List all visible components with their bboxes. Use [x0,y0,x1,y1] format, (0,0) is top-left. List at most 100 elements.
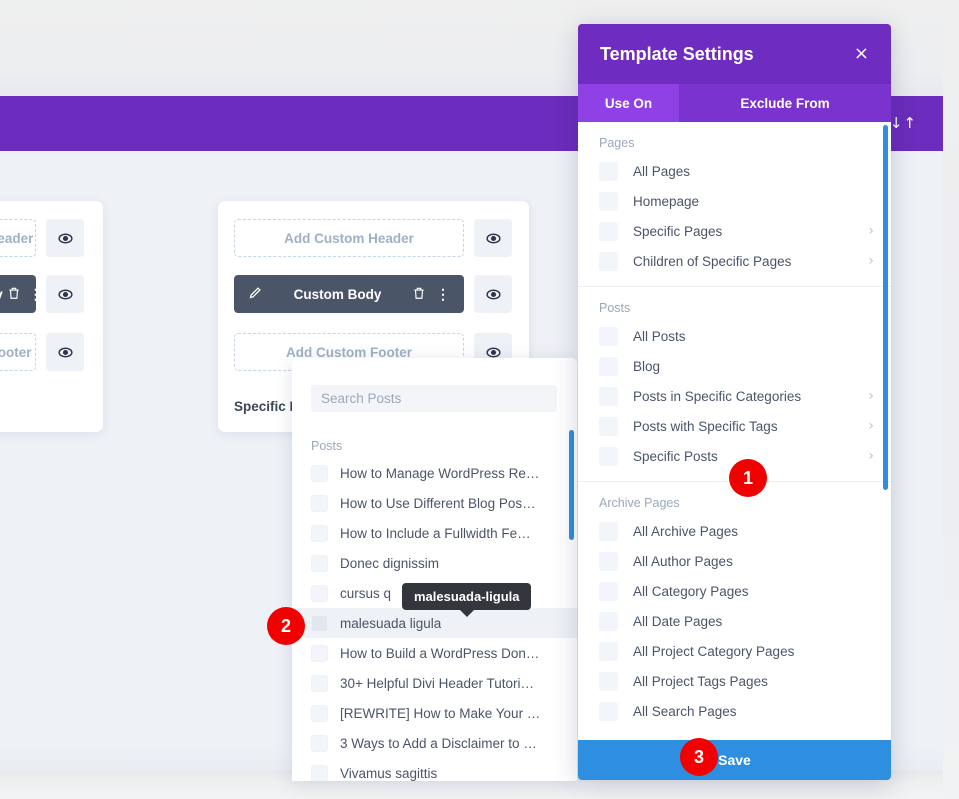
modal-option-row[interactable]: Children of Specific Pages› [578,246,891,276]
modal-option-label: All Pages [633,164,874,179]
step-badge-2: 2 [267,607,305,645]
modal-option-row[interactable]: All Category Pages [578,576,891,606]
modal-option-row[interactable]: All Posts [578,321,891,351]
trash-icon[interactable] [7,286,21,303]
modal-option-row[interactable]: Specific Pages› [578,216,891,246]
post-option[interactable]: Donec dignissim [292,548,577,578]
modal-option-checkbox[interactable] [599,642,618,661]
chevron-right-icon[interactable]: › [868,253,874,269]
chevron-right-icon[interactable]: › [868,388,874,404]
modal-option-checkbox[interactable] [599,582,618,601]
save-button[interactable]: Save [578,740,891,780]
post-option[interactable]: How to Include a Fullwidth Fe… [292,518,577,548]
eye-icon[interactable] [46,275,84,313]
modal-option-row[interactable]: All Date Pages [578,606,891,636]
modal-option-checkbox[interactable] [599,417,618,436]
step-badge-1: 1 [729,459,767,497]
tab-use-on[interactable]: Use On [578,84,679,122]
post-option[interactable]: 30+ Helpful Divi Header Tutori… [292,668,577,698]
add-custom-header-slot[interactable]: Add Custom Header [234,219,464,257]
post-option-checkbox[interactable] [311,735,328,752]
posts-list-scrollbar[interactable] [569,430,574,540]
modal-section-title: Archive Pages [578,496,891,510]
post-option-label: 30+ Helpful Divi Header Tutori… [340,676,534,691]
modal-option-row[interactable]: All Project Category Pages [578,636,891,666]
modal-body: PagesAll PagesHomepageSpecific Pages›Chi… [578,122,891,780]
modal-option-checkbox[interactable] [599,612,618,631]
more-vertical-icon[interactable]: ⋮ [436,286,450,303]
post-option-label: [REWRITE] How to Make Your … [340,706,540,721]
post-option[interactable]: How to Manage WordPress Re… [292,458,577,488]
post-option-checkbox[interactable] [311,555,328,572]
post-option-checkbox[interactable] [311,585,328,602]
eye-icon[interactable] [474,275,512,313]
modal-option-checkbox[interactable] [599,327,618,346]
post-option[interactable]: 3 Ways to Add a Disclaimer to … [292,728,577,758]
modal-option-label: All Author Pages [633,554,874,569]
modal-option-row[interactable]: All Author Pages [578,546,891,576]
modal-option-row[interactable]: Blog [578,351,891,381]
template-settings-modal: Template Settings × Use On Exclude From … [578,24,891,780]
trash-icon[interactable] [412,286,426,303]
pencil-icon[interactable] [248,285,263,303]
add-custom-header-slot[interactable]: Add Custom Header [0,219,36,257]
close-icon[interactable]: × [854,45,869,63]
posts-option-list: How to Manage WordPress Re…How to Use Di… [292,458,577,781]
modal-option-row[interactable]: Posts in Specific Categories› [578,381,891,411]
custom-body-slot[interactable]: Custom Body ⋮ [234,275,464,313]
post-option-checkbox[interactable] [311,645,328,662]
modal-option-row[interactable]: All Archive Pages [578,516,891,546]
chevron-right-icon[interactable]: › [868,418,874,434]
chevron-right-icon[interactable]: › [868,223,874,239]
post-option[interactable]: malesuada ligula [292,608,577,638]
post-option-checkbox[interactable] [311,615,328,632]
modal-option-checkbox[interactable] [599,702,618,721]
eye-icon[interactable] [46,219,84,257]
modal-option-checkbox[interactable] [599,387,618,406]
modal-option-checkbox[interactable] [599,522,618,541]
post-option-checkbox[interactable] [311,705,328,722]
post-option[interactable]: Vivamus sagittis [292,758,577,781]
chevron-right-icon[interactable]: › [868,448,874,464]
modal-scrollbar[interactable] [883,125,888,490]
modal-option-checkbox[interactable] [599,222,618,241]
post-option-label: Vivamus sagittis [340,766,437,781]
add-custom-footer-slot[interactable]: Add Custom Footer [0,333,36,371]
modal-option-label: All Category Pages [633,584,874,599]
page-right-margin [943,0,959,799]
eye-icon[interactable] [474,219,512,257]
post-option-checkbox[interactable] [311,495,328,512]
modal-option-checkbox[interactable] [599,162,618,181]
modal-option-row[interactable]: Posts with Specific Tags› [578,411,891,441]
search-posts-input[interactable] [311,385,557,412]
modal-option-checkbox[interactable] [599,252,618,271]
post-option-checkbox[interactable] [311,525,328,542]
custom-body-slot[interactable]: Custom Body ⋮ [0,275,36,313]
post-option-label: 3 Ways to Add a Disclaimer to … [340,736,537,751]
modal-option-label: All Project Category Pages [633,644,874,659]
modal-section: Archive Pages All Archive Pages All Author… [578,481,891,736]
modal-option-row[interactable]: All Pages [578,156,891,186]
toolbar-sort-icon[interactable]: ↓↑ [890,114,917,132]
modal-option-checkbox[interactable] [599,192,618,211]
more-vertical-icon[interactable]: ⋮ [29,286,43,303]
modal-option-row[interactable]: Homepage [578,186,891,216]
modal-option-checkbox[interactable] [599,357,618,376]
custom-body-label: Custom Body [263,287,412,302]
post-option[interactable]: [REWRITE] How to Make Your … [292,698,577,728]
post-slug-tooltip: malesuada-ligula [402,583,531,610]
post-option-checkbox[interactable] [311,765,328,782]
modal-option-checkbox[interactable] [599,552,618,571]
post-option-checkbox[interactable] [311,465,328,482]
modal-option-row[interactable]: All Search Pages [578,696,891,726]
post-option-label: cursus q [340,586,391,601]
post-option[interactable]: How to Use Different Blog Pos… [292,488,577,518]
post-option-checkbox[interactable] [311,675,328,692]
post-option[interactable]: How to Build a WordPress Don… [292,638,577,668]
modal-option-checkbox[interactable] [599,672,618,691]
modal-option-row[interactable]: All Project Tags Pages [578,666,891,696]
modal-option-checkbox[interactable] [599,447,618,466]
eye-icon[interactable] [46,333,84,371]
modal-option-label: Homepage [633,194,874,209]
tab-exclude-from[interactable]: Exclude From [679,84,891,122]
